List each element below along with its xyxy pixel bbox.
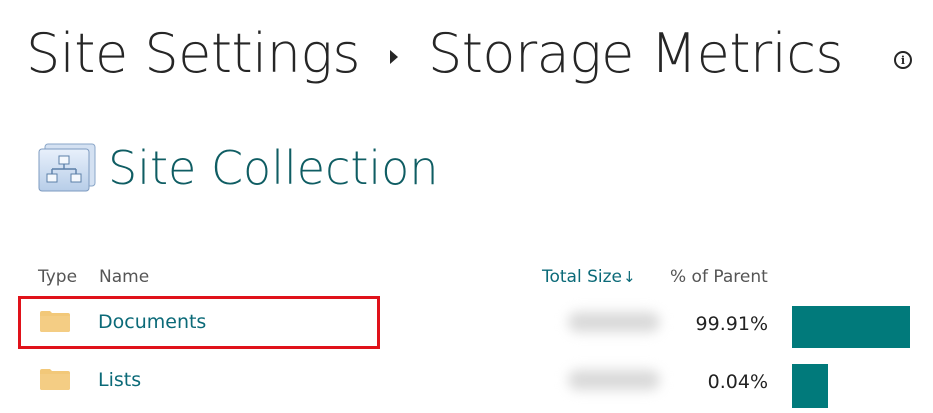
total-size-value-redacted [568, 312, 660, 332]
item-name-link[interactable]: Lists [98, 368, 141, 392]
total-size-value-redacted [568, 370, 660, 390]
column-header-type: Type [38, 267, 78, 287]
page-title: Storage Metrics [427, 22, 844, 85]
table-row: Lists 0.04% [20, 356, 920, 408]
info-icon[interactable]: i [894, 51, 912, 69]
folder-icon [40, 369, 70, 390]
site-collection-icon [38, 143, 96, 192]
percent-of-parent-value: 0.04% [707, 371, 768, 393]
breadcrumb-separator-icon [389, 50, 398, 64]
item-name-link[interactable]: Documents [98, 310, 206, 334]
percent-bar [792, 306, 910, 348]
column-header-name[interactable]: Name [99, 266, 149, 288]
table-row: Documents 99.91% [20, 298, 920, 348]
percent-bar [792, 364, 828, 408]
folder-icon [40, 311, 70, 332]
percent-of-parent-value: 99.91% [695, 313, 768, 335]
breadcrumb-site-settings[interactable]: Site Settings [26, 27, 360, 81]
section-title: Site Collection [108, 141, 439, 195]
column-header-percent-of-parent[interactable]: % of Parent [670, 266, 768, 288]
breadcrumb: Site Settings Storage Metrics [26, 14, 844, 94]
sort-descending-icon: ↓ [623, 268, 636, 286]
column-header-total-size[interactable]: Total Size↓ [542, 266, 636, 288]
column-header-total-size-label: Total Size [542, 267, 623, 287]
